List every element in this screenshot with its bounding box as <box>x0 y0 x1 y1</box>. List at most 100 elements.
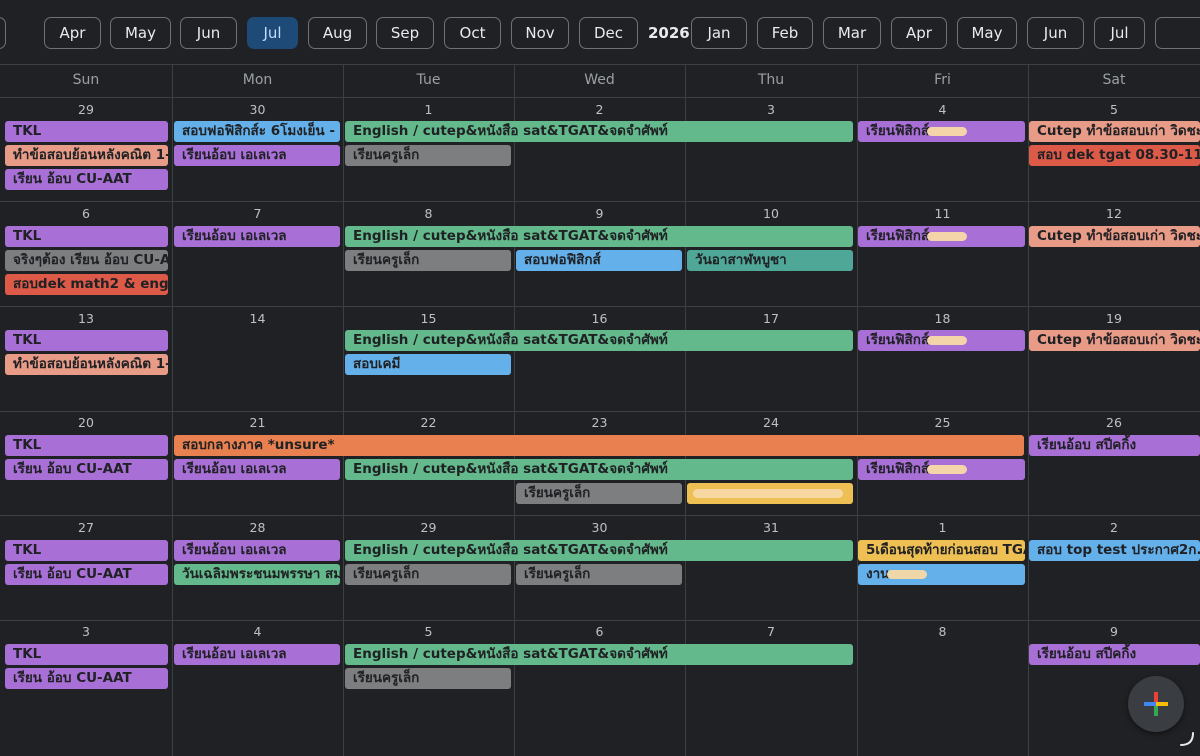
event-chip[interactable]: สอบฟอฟิสิกส์ <box>516 250 682 271</box>
day-number[interactable]: 9 <box>1028 623 1200 641</box>
month-chip-apr[interactable]: Apr <box>44 17 101 49</box>
day-number[interactable]: 13 <box>0 310 172 328</box>
event-chip[interactable]: เรียน อ้อบ CU-AAT <box>5 668 168 689</box>
month-chip-jan[interactable]: Jan <box>691 17 747 49</box>
day-number[interactable]: 29 <box>0 101 172 119</box>
event-chip[interactable]: สอบ dek tgat 08.30-11.30 <box>1029 145 1200 166</box>
day-number[interactable]: 20 <box>0 414 172 432</box>
event-chip[interactable]: เรียน อ้อบ CU-AAT <box>5 169 168 190</box>
event-chip[interactable]: เรียนฟิสิกส์ <box>858 459 1025 480</box>
day-number[interactable]: 8 <box>857 623 1028 641</box>
event-chip[interactable]: วันอาสาฬหบูชา <box>687 250 853 271</box>
event-chip[interactable]: TKL <box>5 644 168 665</box>
month-chip-jun-next[interactable]: Jun <box>1027 17 1084 49</box>
event-chip[interactable]: English / cutep&หนังสือ sat&TGAT&จดจำศัพ… <box>345 459 853 480</box>
month-chip-jul-selected[interactable]: Jul <box>247 17 298 49</box>
event-chip[interactable]: สอบเคมี <box>345 354 511 375</box>
month-chip-nov[interactable]: Nov <box>511 17 569 49</box>
day-number[interactable]: 27 <box>0 519 172 537</box>
create-event-button[interactable] <box>1128 676 1184 732</box>
day-number[interactable]: 5 <box>343 623 514 641</box>
day-number[interactable]: 28 <box>172 519 343 537</box>
day-number[interactable]: 29 <box>343 519 514 537</box>
day-number[interactable]: 22 <box>343 414 514 432</box>
event-chip[interactable]: TKL <box>5 121 168 142</box>
event-chip[interactable]: Cutep ทำข้อสอบเก่า วิดชะ <box>1029 226 1200 247</box>
day-number[interactable]: 17 <box>685 310 857 328</box>
month-chip-mar[interactable]: Mar <box>823 17 881 49</box>
event-chip[interactable]: เรียนครูเล็ก <box>516 483 682 504</box>
event-chip[interactable]: เรียนอ้อบ สปีคกิ้ง <box>1029 644 1200 665</box>
event-chip[interactable]: เรียนอ้อบ เอเลเวล <box>174 644 340 665</box>
day-number[interactable]: 12 <box>1028 205 1200 223</box>
event-chip[interactable]: TKL <box>5 330 168 351</box>
event-chip[interactable]: เรียนอ้อบ เอเลเวล <box>174 459 340 480</box>
event-chip[interactable]: เรียนครูเล็ก <box>516 564 682 585</box>
event-chip[interactable]: สอบ top test ประกาศ2ก.ย. <box>1029 540 1200 561</box>
event-chip[interactable] <box>687 483 853 504</box>
event-chip[interactable]: เรียนฟิสิกส์ <box>858 330 1025 351</box>
day-number[interactable]: 14 <box>172 310 343 328</box>
day-number[interactable]: 16 <box>514 310 685 328</box>
month-chip-sep[interactable]: Sep <box>376 17 434 49</box>
day-number[interactable]: 24 <box>685 414 857 432</box>
event-chip[interactable]: เรียนอ้อบ เอเลเวล <box>174 145 340 166</box>
day-number[interactable]: 3 <box>685 101 857 119</box>
day-number[interactable]: 6 <box>0 205 172 223</box>
event-chip[interactable]: TKL <box>5 435 168 456</box>
event-chip[interactable]: English / cutep&หนังสือ sat&TGAT&จดจำศัพ… <box>345 121 853 142</box>
day-number[interactable]: 19 <box>1028 310 1200 328</box>
event-chip[interactable]: จริงๆต้อง เรียน อ้อบ CU-A <box>5 250 168 271</box>
day-number[interactable]: 11 <box>857 205 1028 223</box>
event-chip[interactable]: English / cutep&หนังสือ sat&TGAT&จดจำศัพ… <box>345 644 853 665</box>
event-chip[interactable]: English / cutep&หนังสือ sat&TGAT&จดจำศัพ… <box>345 540 853 561</box>
event-chip[interactable]: สอบฟอฟิสิกส์ะ 6โมงเย็น - 4 ทุ่ม <box>174 121 340 142</box>
day-number[interactable]: 6 <box>514 623 685 641</box>
day-number[interactable]: 30 <box>514 519 685 537</box>
day-number[interactable]: 7 <box>172 205 343 223</box>
day-number[interactable]: 2 <box>1028 519 1200 537</box>
event-chip[interactable]: เรียนครูเล็ก <box>345 564 511 585</box>
month-chip-apr-next[interactable]: Apr <box>891 17 947 49</box>
event-chip[interactable]: สอบdek math2 & eng <box>5 274 168 295</box>
event-chip[interactable]: เรียน อ้อบ CU-AAT <box>5 564 168 585</box>
event-chip[interactable]: Cutep ทำข้อสอบเก่า วิดชะ <box>1029 121 1200 142</box>
day-number[interactable]: 5 <box>1028 101 1200 119</box>
month-chip-dec[interactable]: Dec <box>579 17 638 49</box>
day-number[interactable]: 4 <box>857 101 1028 119</box>
event-chip[interactable]: English / cutep&หนังสือ sat&TGAT&จดจำศัพ… <box>345 226 853 247</box>
event-chip[interactable]: ทำข้อสอบย้อนหลังคณิต 1- <box>5 354 168 375</box>
event-chip[interactable]: เรียนอ้อบ สปีคกิ้ง <box>1029 435 1200 456</box>
event-chip[interactable]: Cutep ทำข้อสอบเก่า วิดชะ <box>1029 330 1200 351</box>
event-chip[interactable]: วันเฉลิมพระชนมพรรษา สมเ <box>174 564 340 585</box>
event-chip[interactable]: เรียน อ้อบ CU-AAT <box>5 459 168 480</box>
event-chip[interactable]: เรียนฟิสิกส์ <box>858 226 1025 247</box>
event-chip[interactable]: เรียนครูเล็ก <box>345 668 511 689</box>
month-chip-may[interactable]: May <box>110 17 171 49</box>
event-chip[interactable]: TKL <box>5 540 168 561</box>
month-chip-jul-next[interactable]: Jul <box>1094 17 1145 49</box>
month-strip-edge-right[interactable] <box>1155 17 1200 49</box>
event-chip[interactable]: งาน <box>858 564 1025 585</box>
day-number[interactable]: 9 <box>514 205 685 223</box>
day-number[interactable]: 1 <box>857 519 1028 537</box>
event-chip[interactable]: ทำข้อสอบย้อนหลังคณิต 1- <box>5 145 168 166</box>
day-number[interactable]: 30 <box>172 101 343 119</box>
event-chip[interactable]: เรียนอ้อบ เอเลเวล <box>174 226 340 247</box>
event-chip[interactable]: เรียนครูเล็ก <box>345 250 511 271</box>
month-chip-oct[interactable]: Oct <box>444 17 501 49</box>
event-chip[interactable]: 5เดือนสุดท้ายก่อนสอบ TGAT <box>858 540 1025 561</box>
month-chip-aug[interactable]: Aug <box>308 17 367 49</box>
event-chip[interactable]: เรียนฟิสิกส์ <box>858 121 1025 142</box>
event-chip[interactable]: เรียนอ้อบ เอเลเวล <box>174 540 340 561</box>
day-number[interactable]: 1 <box>343 101 514 119</box>
day-number[interactable]: 25 <box>857 414 1028 432</box>
day-number[interactable]: 7 <box>685 623 857 641</box>
month-chip-feb[interactable]: Feb <box>757 17 813 49</box>
event-chip[interactable]: TKL <box>5 226 168 247</box>
day-number[interactable]: 31 <box>685 519 857 537</box>
event-chip[interactable]: สอบกลางภาค *unsure* <box>174 435 1024 456</box>
month-chip-may-next[interactable]: May <box>957 17 1017 49</box>
day-number[interactable]: 3 <box>0 623 172 641</box>
day-number[interactable]: 26 <box>1028 414 1200 432</box>
